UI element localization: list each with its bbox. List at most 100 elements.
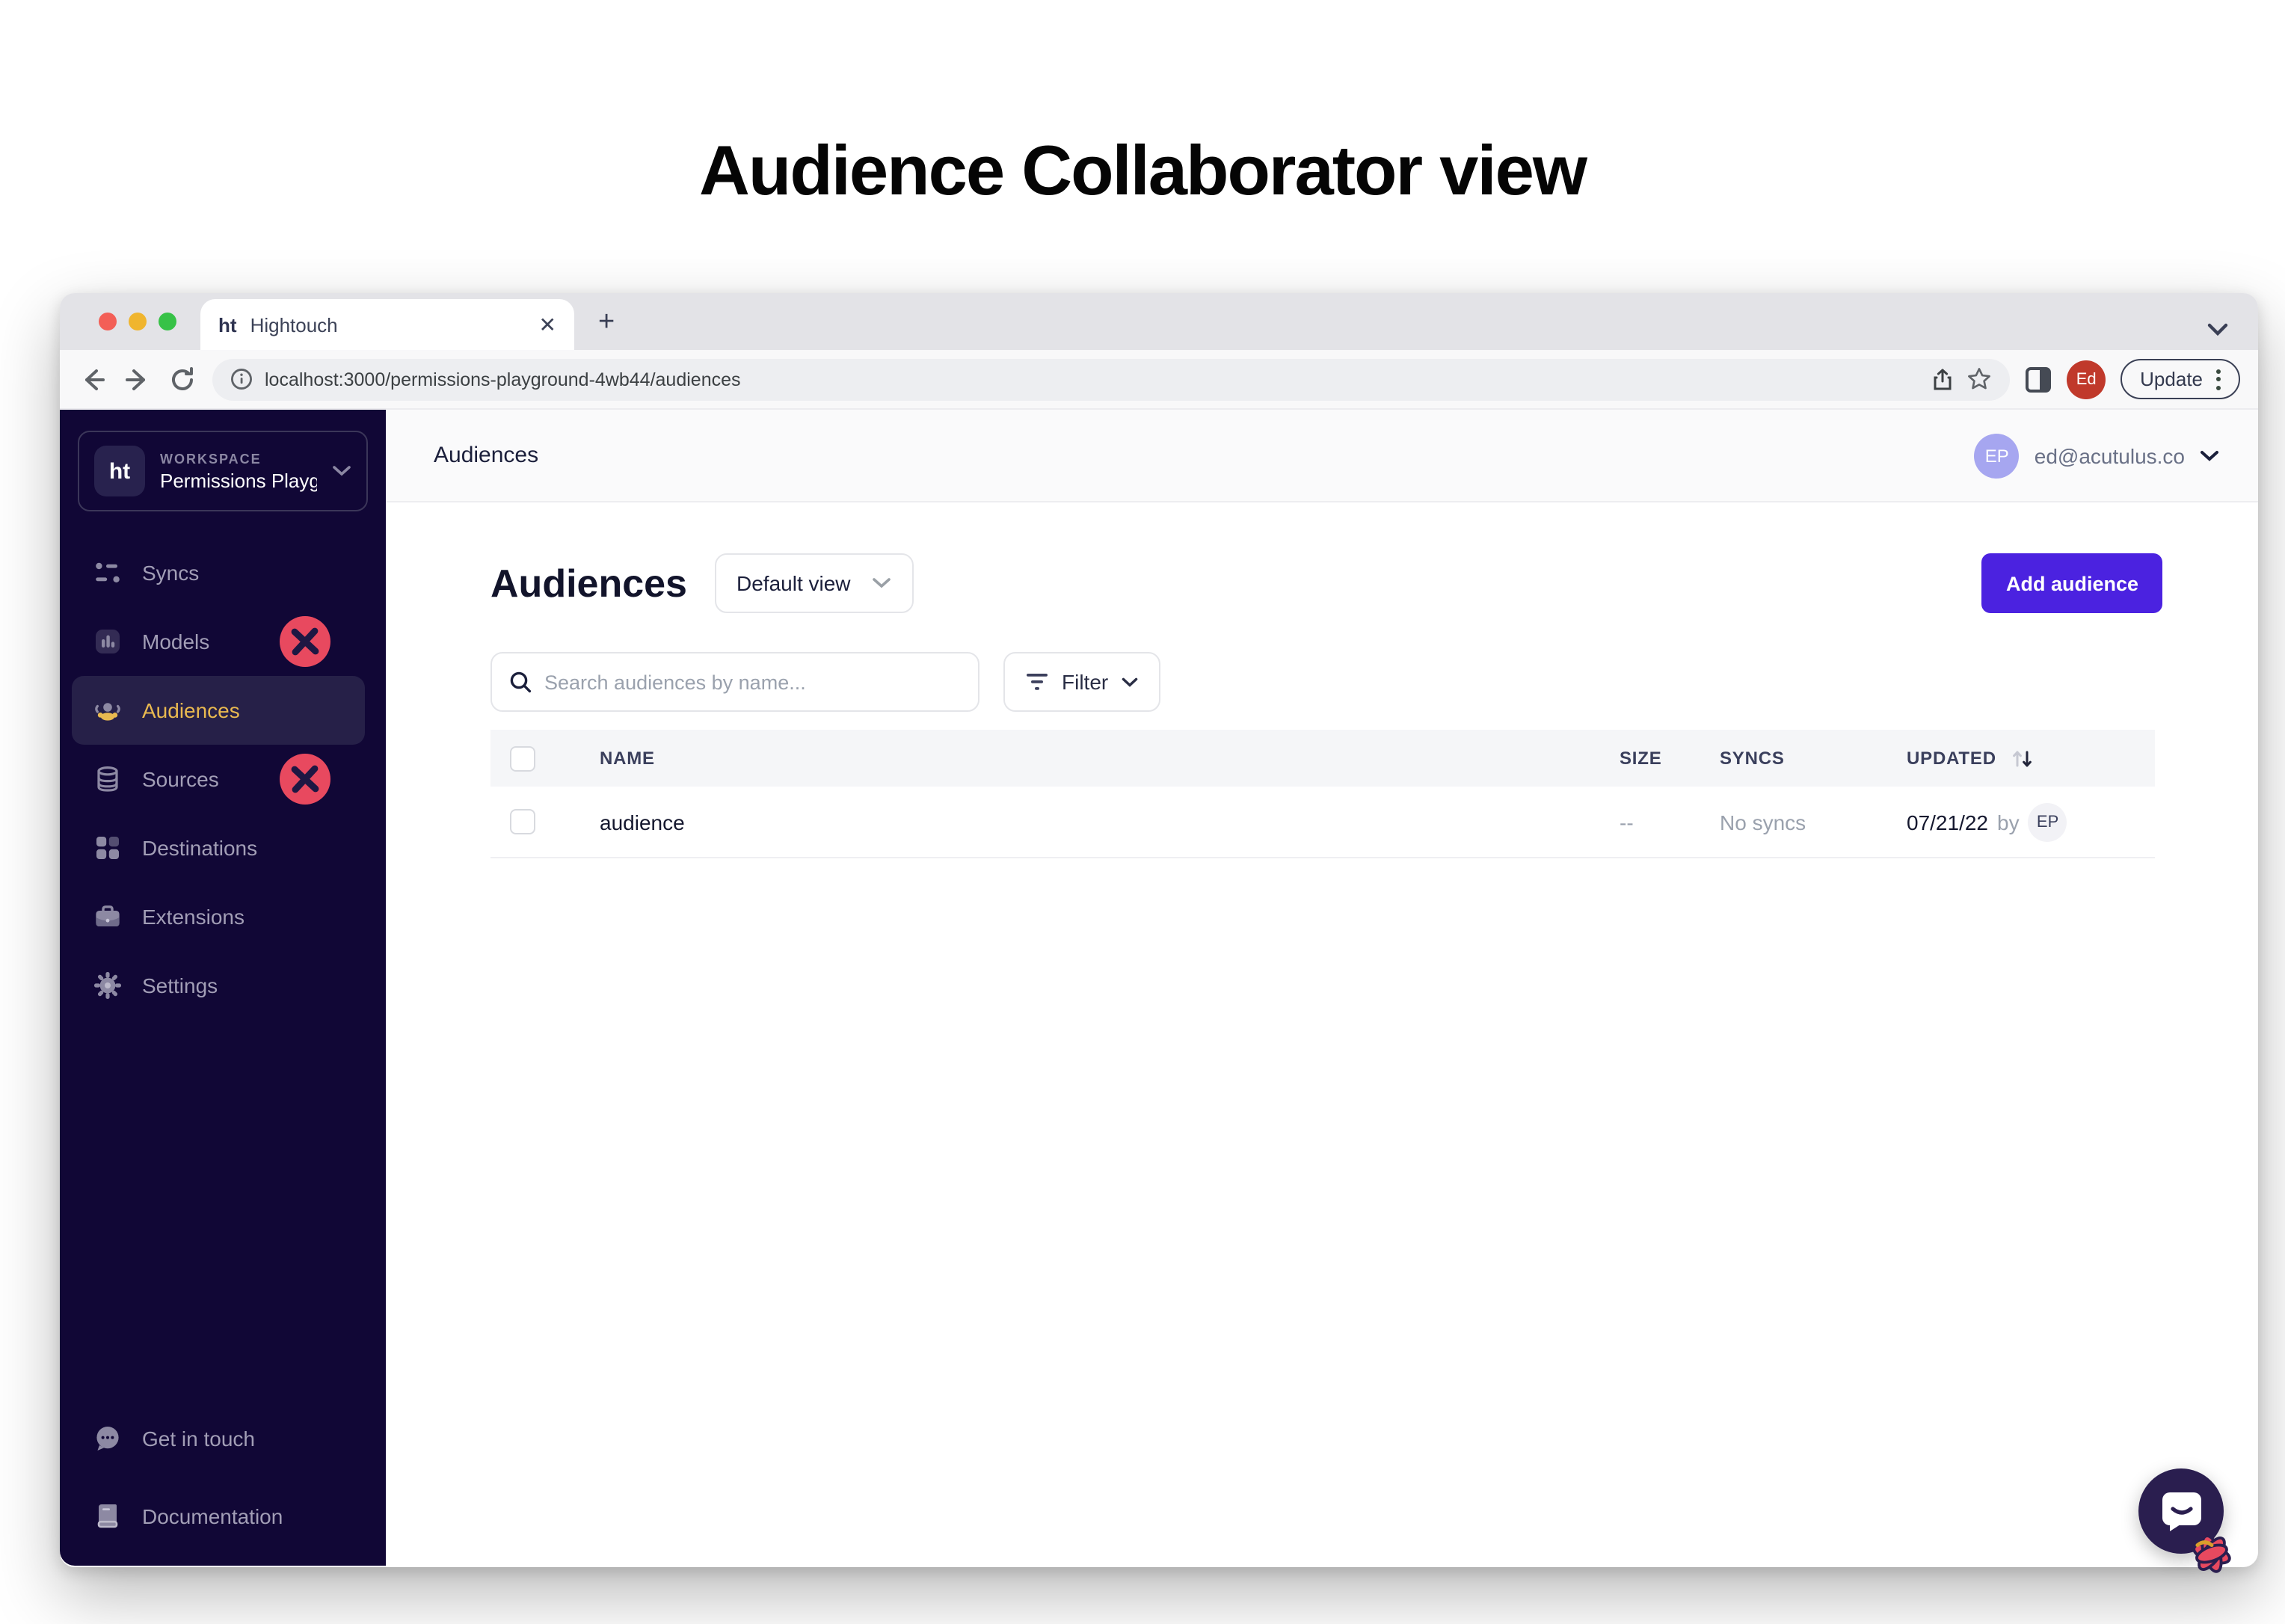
audiences-icon xyxy=(95,703,120,721)
chevron-down-icon xyxy=(1122,677,1138,686)
sidebar-item-models[interactable]: Models xyxy=(60,607,386,676)
workspace-label: WORKSPACE xyxy=(160,451,262,466)
close-window-button[interactable] xyxy=(99,313,117,330)
chevron-down-icon xyxy=(872,578,891,588)
column-header-size[interactable]: SIZE xyxy=(1620,748,1720,769)
new-tab-button[interactable]: + xyxy=(598,307,615,339)
blocked-x-badge xyxy=(280,754,330,805)
minimize-window-button[interactable] xyxy=(129,313,147,330)
audiences-table: NAME SIZE SYNCS UPDATED audience -- No s… xyxy=(490,730,2155,858)
user-avatar: EP xyxy=(1974,433,2020,478)
reload-icon[interactable] xyxy=(167,364,197,394)
tab-search-chevron-icon[interactable] xyxy=(2207,323,2228,336)
browser-toolbar: localhost:3000/permissions-playground-4w… xyxy=(60,350,2258,410)
blocked-x-badge xyxy=(280,616,330,667)
sidebar-nav: Syncs Models Audiences Sources Destinati… xyxy=(60,538,386,1020)
user-email: ed@acutulus.co xyxy=(2034,443,2185,467)
browser-update-button[interactable]: Update xyxy=(2121,359,2240,399)
view-selector[interactable]: Default view xyxy=(714,553,914,613)
page-heading: Audiences xyxy=(490,560,687,605)
sidebar-item-label: Settings xyxy=(142,974,218,997)
tab-title: Hightouch xyxy=(250,313,338,336)
row-size: -- xyxy=(1620,810,1634,834)
browser-tab[interactable]: ht Hightouch ✕ xyxy=(200,299,574,350)
sidebar-item-label: Audiences xyxy=(142,698,240,722)
column-header-name[interactable]: NAME xyxy=(600,748,1620,769)
filter-button[interactable]: Filter xyxy=(1003,652,1161,712)
add-audience-button[interactable]: Add audience xyxy=(1981,553,2162,613)
settings-gear-icon xyxy=(94,972,121,999)
close-tab-icon[interactable]: ✕ xyxy=(539,314,556,335)
chevron-down-icon xyxy=(2201,450,2218,461)
sidebar-item-label: Get in touch xyxy=(142,1427,255,1451)
search-input[interactable] xyxy=(544,671,962,693)
bookmark-star-icon[interactable] xyxy=(1966,366,1992,392)
app-sidebar: ht WORKSPACE Permissions Playg... xyxy=(60,410,386,1566)
browser-menu-icon[interactable] xyxy=(2216,369,2221,390)
workspace-logo: ht xyxy=(94,446,145,496)
share-icon[interactable] xyxy=(1931,367,1955,391)
sidebar-item-label: Sources xyxy=(142,767,219,791)
browser-profile-avatar[interactable]: Ed xyxy=(2067,360,2106,399)
sidebar-item-label: Documentation xyxy=(142,1504,283,1528)
forward-icon[interactable] xyxy=(123,364,153,394)
sidebar-footer: Get in touch Documentation xyxy=(60,1404,386,1566)
sidebar-item-audiences[interactable]: Audiences xyxy=(72,676,365,745)
screenshot-canvas: Audience Collaborator view ht Hightouch … xyxy=(0,0,2285,1624)
row-syncs: No syncs xyxy=(1720,810,1806,834)
syncs-icon xyxy=(96,562,120,582)
view-selector-value: Default view xyxy=(736,571,851,595)
table-row[interactable]: audience -- No syncs 07/21/22 by EP xyxy=(490,787,2155,858)
row-name[interactable]: audience xyxy=(600,810,1620,834)
filter-icon xyxy=(1027,674,1048,690)
destinations-icon xyxy=(96,837,119,859)
sidebar-item-label: Destinations xyxy=(142,836,258,860)
select-all-checkbox[interactable] xyxy=(510,745,535,771)
window-controls xyxy=(99,313,176,330)
user-menu[interactable]: EP ed@acutulus.co xyxy=(1974,433,2219,478)
column-header-syncs[interactable]: SYNCS xyxy=(1720,748,1907,769)
zoom-window-button[interactable] xyxy=(159,313,176,330)
row-updated: 07/21/22 by EP xyxy=(1907,802,2155,841)
chat-bubble-icon xyxy=(96,1427,119,1451)
documentation-book-icon xyxy=(97,1504,118,1528)
sidebar-item-sources[interactable]: Sources xyxy=(60,745,386,813)
search-icon xyxy=(510,671,532,693)
sidebar-item-settings[interactable]: Settings xyxy=(60,951,386,1020)
breadcrumb: Audiences xyxy=(434,443,539,468)
workspace-selector[interactable]: ht WORKSPACE Permissions Playg... xyxy=(78,431,368,511)
url-bar[interactable]: localhost:3000/permissions-playground-4w… xyxy=(212,358,2011,400)
chevron-down-icon xyxy=(333,466,351,476)
sidebar-item-destinations[interactable]: Destinations xyxy=(60,813,386,882)
sidebar-item-label: Syncs xyxy=(142,561,200,585)
browser-window: ht Hightouch ✕ + localhost:3000/permissi… xyxy=(60,293,2258,1567)
sidebar-item-label: Models xyxy=(142,630,210,653)
side-panel-icon[interactable] xyxy=(2025,366,2052,393)
row-checkbox[interactable] xyxy=(510,809,535,834)
workspace-name: Permissions Playg... xyxy=(160,469,317,491)
back-icon[interactable] xyxy=(78,364,108,394)
sidebar-item-syncs[interactable]: Syncs xyxy=(60,538,386,607)
flower-decoration xyxy=(2192,1534,2231,1573)
table-header: NAME SIZE SYNCS UPDATED xyxy=(490,730,2155,787)
column-header-updated[interactable]: UPDATED xyxy=(1907,748,2155,769)
audiences-page: Audiences Default view Add audience Sear… xyxy=(386,502,2258,1566)
sidebar-item-label: Extensions xyxy=(142,905,245,929)
sidebar-item-extensions[interactable]: Extensions xyxy=(60,882,386,951)
updated-by-avatar[interactable]: EP xyxy=(2028,802,2067,841)
browser-tab-strip: ht Hightouch ✕ + xyxy=(60,293,2258,350)
search-box[interactable] xyxy=(490,652,979,712)
extensions-icon xyxy=(96,905,120,926)
sidebar-item-get-in-touch[interactable]: Get in touch xyxy=(60,1404,386,1473)
update-label: Update xyxy=(2140,368,2203,390)
models-icon xyxy=(96,630,120,653)
url-text: localhost:3000/permissions-playground-4w… xyxy=(265,369,741,390)
site-info-icon[interactable] xyxy=(230,368,253,390)
filter-label: Filter xyxy=(1062,670,1109,694)
page-title: Audience Collaborator view xyxy=(699,130,1587,209)
content-topbar: Audiences EP ed@acutulus.co xyxy=(386,410,2258,502)
hightouch-favicon: ht xyxy=(218,313,237,336)
main-content: Audiences EP ed@acutulus.co Audiences De… xyxy=(386,410,2258,1566)
sidebar-item-documentation[interactable]: Documentation xyxy=(60,1482,386,1551)
sort-icon[interactable] xyxy=(2011,748,2034,768)
